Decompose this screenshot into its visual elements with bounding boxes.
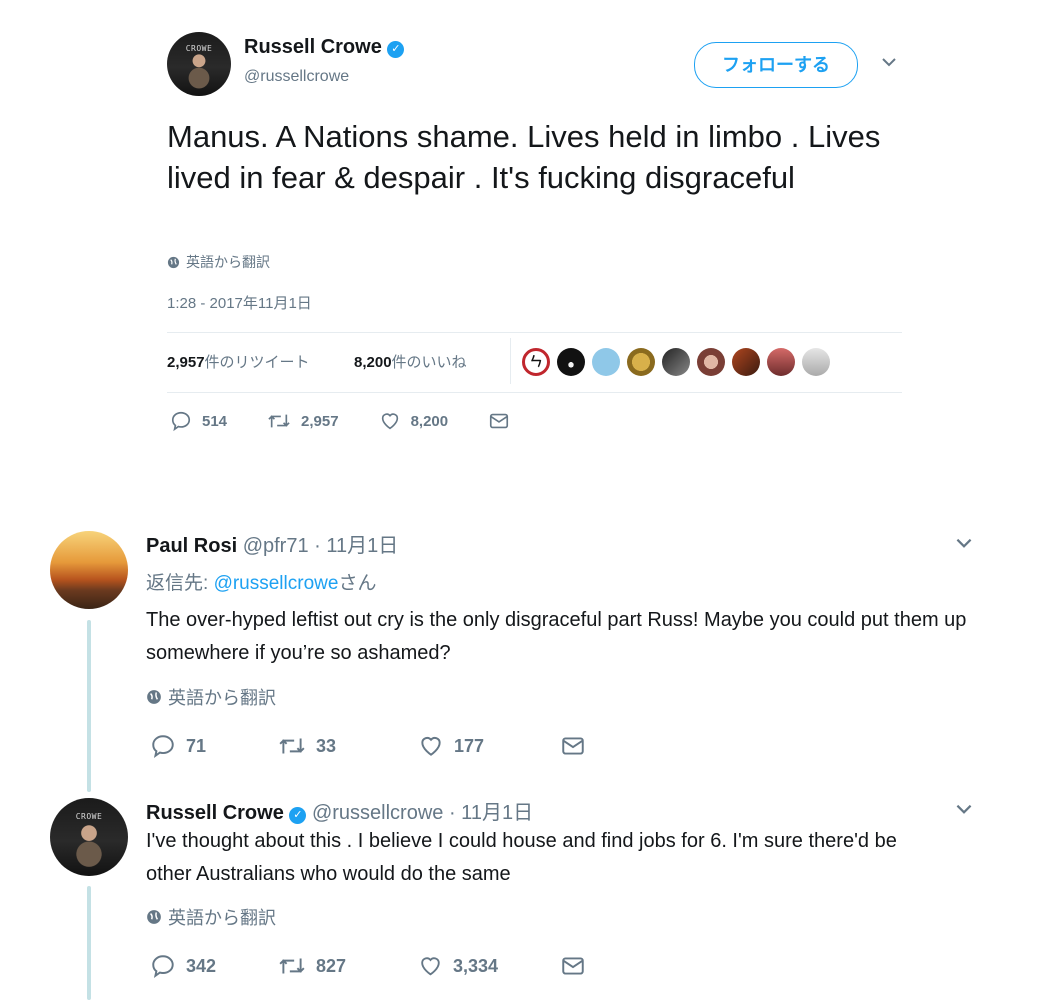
author-handle[interactable]: @russellcrowe (244, 68, 349, 86)
reply-to-line: 返信先: @russellcroweさん (146, 568, 376, 595)
envelope-icon (562, 737, 584, 755)
author-name[interactable]: Russell Crowe (244, 36, 382, 58)
verified-badge-icon: ✓ (289, 807, 307, 824)
reply-author-handle[interactable]: @russellcrowe (312, 802, 443, 824)
retweet-count: 33 (316, 735, 337, 756)
verified-badge-icon: ✓ (387, 41, 405, 58)
liker-avatar[interactable] (557, 348, 585, 376)
retweet-button[interactable]: 33 (278, 733, 356, 759)
reply-count: 514 (202, 412, 228, 430)
avatar-text: CROWE (75, 812, 103, 822)
retweet-count: 2,957 (167, 354, 205, 371)
globe-icon (167, 256, 180, 268)
retweet-count-label: 件のリツイート (204, 354, 310, 371)
liker-avatar[interactable] (732, 348, 760, 376)
liker-avatar[interactable] (627, 348, 655, 376)
reply-to-prefix: 返信先: (146, 573, 214, 594)
like-count-label: 件のいいね (391, 354, 467, 371)
author-avatar[interactable]: CROWE (167, 32, 231, 96)
envelope-icon (490, 413, 509, 429)
reply-date[interactable]: · 11月1日 (449, 802, 533, 824)
liker-avatar[interactable] (697, 348, 725, 376)
reply-menu-chevron-icon[interactable] (953, 532, 975, 559)
reply-text: The over-hyped leftist out cry is the on… (146, 609, 967, 664)
liker-avatar[interactable] (662, 348, 690, 376)
like-count: 177 (454, 735, 485, 756)
author-name-row[interactable]: Russell Crowe ✓ (244, 36, 405, 59)
reply-actions: 71 33 177 (150, 733, 586, 759)
reply-avatar[interactable]: CROWE (50, 798, 128, 876)
retweet-icon (279, 738, 305, 754)
like-stats[interactable]: 8,200件のいいね (354, 351, 467, 372)
translate-label: 英語から翻訳 (186, 254, 270, 270)
reply-button[interactable]: 514 (170, 410, 227, 432)
liker-avatar[interactable] (767, 348, 795, 376)
reply-icon (171, 411, 191, 432)
reply-date[interactable]: · 11月1日 (314, 535, 398, 557)
like-count: 8,200 (354, 354, 392, 371)
tweet-actions: 514 2,957 8,200 (170, 410, 510, 432)
translate-link[interactable]: 英語から翻訳 (167, 252, 270, 272)
translate-link[interactable]: 英語から翻訳 (146, 684, 276, 710)
avatar-text: CROWE (185, 43, 213, 53)
globe-icon (147, 690, 161, 704)
heart-icon (381, 413, 398, 430)
reply-header: Paul Rosi @pfr71 · 11月1日 (146, 529, 398, 558)
reply-author-name[interactable]: Paul Rosi (146, 535, 237, 557)
reply-author-handle[interactable]: @pfr71 (243, 535, 309, 557)
reply-menu-chevron-icon[interactable] (953, 798, 975, 825)
translate-link[interactable]: 英語から翻訳 (146, 904, 276, 930)
retweet-button[interactable]: 827 (278, 953, 356, 979)
reply-header: Russell Crowe ✓ @russellcrowe · 11月1日 (146, 796, 533, 825)
reply-author-name[interactable]: Russell Crowe (146, 802, 284, 824)
reply-icon (152, 955, 174, 978)
stats-divider (510, 338, 511, 384)
like-count: 3,334 (452, 955, 498, 976)
tweet-text: Manus. A Nations shame. Lives held in li… (167, 119, 881, 195)
liker-avatar[interactable]: ㄣ (522, 348, 550, 376)
likers-avatars[interactable]: ㄣ (522, 348, 830, 376)
heart-icon (421, 957, 440, 976)
like-button[interactable]: 3,334 (418, 953, 498, 979)
like-button[interactable]: 177 (418, 733, 498, 759)
retweet-icon (279, 958, 305, 974)
thread-line (87, 886, 91, 1000)
message-button[interactable] (560, 953, 586, 979)
follow-button[interactable]: フォローする (694, 42, 858, 88)
reply-avatar[interactable] (50, 531, 128, 609)
liker-avatar[interactable] (592, 348, 620, 376)
thread-line (87, 620, 91, 792)
retweet-stats[interactable]: 2,957件のリツイート (167, 351, 310, 372)
envelope-icon (562, 957, 584, 975)
retweet-count: 2,957 (301, 412, 339, 430)
reply-to-suffix: さん (338, 573, 377, 594)
translate-label: 英語から翻訳 (168, 688, 276, 708)
divider (167, 392, 902, 393)
tweet-menu-chevron-icon[interactable] (879, 52, 899, 77)
like-button[interactable]: 8,200 (379, 410, 449, 432)
message-button[interactable] (560, 733, 586, 759)
retweet-count: 827 (316, 955, 347, 976)
reply-to-handle[interactable]: @russellcrowe (214, 573, 339, 594)
like-count: 8,200 (410, 412, 449, 430)
retweet-button[interactable]: 2,957 (267, 410, 339, 432)
globe-icon (147, 910, 161, 924)
reply-icon (152, 735, 174, 758)
reply-count: 71 (186, 735, 207, 756)
divider (167, 332, 902, 333)
tweet-timestamp[interactable]: 1:28 - 2017年11月1日 (167, 292, 312, 313)
retweet-icon (268, 414, 290, 428)
reply-actions: 342 827 3,334 (150, 953, 586, 979)
reply-text: I've thought about this . I believe I co… (146, 830, 897, 885)
heart-icon (421, 736, 441, 756)
liker-avatar[interactable] (802, 348, 830, 376)
reply-button[interactable]: 342 (150, 953, 216, 979)
reply-count: 342 (185, 955, 216, 976)
reply-button[interactable]: 71 (150, 733, 216, 759)
translate-label: 英語から翻訳 (168, 908, 276, 928)
message-button[interactable] (488, 410, 510, 432)
